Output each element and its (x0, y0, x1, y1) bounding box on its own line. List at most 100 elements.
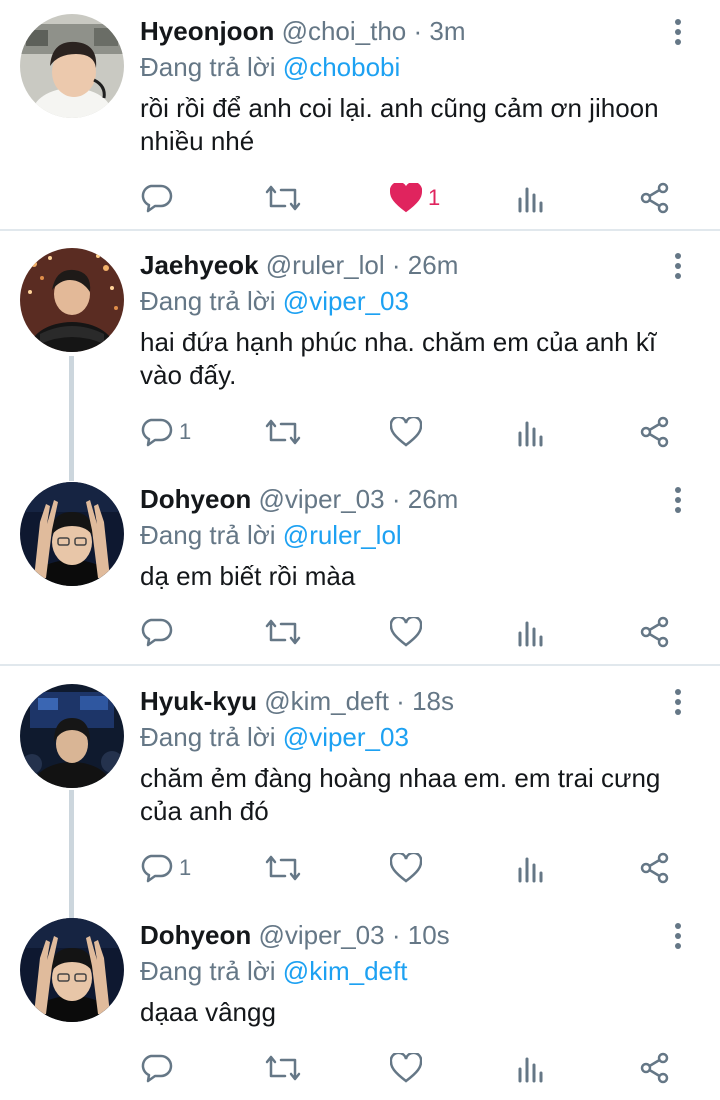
share-icon (640, 616, 670, 648)
avatar[interactable] (20, 482, 124, 586)
like-button[interactable] (390, 410, 428, 454)
replying-to: Đang trả lời @chobobi (140, 50, 400, 84)
more-vertical-icon[interactable] (668, 686, 688, 720)
retweet-icon (265, 1052, 301, 1084)
retweet-icon (265, 182, 301, 214)
more-vertical-icon[interactable] (668, 16, 688, 50)
tweet-header: Jaehyeok @ruler_lol · 26m (140, 248, 650, 282)
analytics-button[interactable] (517, 410, 545, 454)
divider (0, 664, 720, 666)
analytics-icon (517, 417, 545, 447)
analytics-icon (517, 617, 545, 647)
share-button[interactable] (640, 610, 670, 654)
user-handle[interactable]: @ruler_lol (266, 250, 385, 280)
user-handle[interactable]: @choi_tho (282, 16, 407, 46)
tweet-text: rồi rồi để anh coi lại. anh cũng cảm ơn … (140, 93, 659, 156)
analytics-button[interactable] (517, 846, 545, 890)
analytics-button[interactable] (517, 176, 545, 220)
analytics-button[interactable] (517, 610, 545, 654)
share-button[interactable] (640, 176, 670, 220)
tweet[interactable]: Jaehyeok @ruler_lol · 26m Đang trả lời @… (0, 248, 720, 458)
display-name[interactable]: Hyeonjoon (140, 16, 274, 46)
more-vertical-icon[interactable] (668, 484, 688, 518)
mention-link[interactable]: @chobobi (283, 52, 400, 82)
reply-button[interactable] (141, 1046, 179, 1090)
analytics-button[interactable] (517, 1046, 545, 1090)
replying-to-label: Đang trả lời (140, 52, 276, 82)
tweet-header: Dohyeon @viper_03 · 10s (140, 918, 650, 952)
retweet-button[interactable] (265, 610, 301, 654)
mention-link[interactable]: @ruler_lol (283, 520, 402, 550)
mention-link[interactable]: @viper_03 (283, 286, 409, 316)
tweet-text: dạ em biết rồi màa (140, 561, 356, 591)
replying-to: Đang trả lời @viper_03 (140, 284, 409, 318)
analytics-icon (517, 853, 545, 883)
analytics-icon (517, 1053, 545, 1083)
like-button[interactable]: 1 (390, 176, 440, 220)
reply-button[interactable] (141, 610, 179, 654)
action-bar: 1 (0, 176, 720, 220)
reply-icon (141, 416, 173, 448)
avatar[interactable] (20, 684, 124, 788)
like-button[interactable] (390, 610, 428, 654)
retweet-button[interactable] (265, 410, 301, 454)
tweet-text: dạaa vângg (140, 997, 276, 1027)
timestamp[interactable]: 18s (412, 686, 454, 716)
like-button[interactable] (390, 846, 428, 890)
more-vertical-icon[interactable] (668, 250, 688, 284)
user-handle[interactable]: @kim_deft (264, 686, 389, 716)
display-name[interactable]: Dohyeon (140, 920, 251, 950)
replying-to-label: Đang trả lời (140, 956, 276, 986)
avatar[interactable] (20, 248, 124, 352)
timestamp[interactable]: 26m (408, 484, 459, 514)
share-icon (640, 416, 670, 448)
retweet-icon (265, 616, 301, 648)
action-bar (0, 610, 720, 654)
user-handle[interactable]: @viper_03 (258, 484, 384, 514)
tweet-text: hai đứa hạnh phúc nha. chăm em của anh k… (140, 327, 657, 390)
like-button[interactable] (390, 1046, 428, 1090)
tweet-header: Hyeonjoon @choi_tho · 3m (140, 14, 650, 48)
share-button[interactable] (640, 410, 670, 454)
timestamp[interactable]: 3m (429, 16, 465, 46)
share-button[interactable] (640, 846, 670, 890)
retweet-button[interactable] (265, 846, 301, 890)
separator-dot: · (413, 16, 423, 46)
separator-dot: · (391, 920, 401, 950)
timestamp[interactable]: 26m (408, 250, 459, 280)
reply-button[interactable]: 1 (141, 846, 191, 890)
reply-button[interactable]: 1 (141, 410, 191, 454)
retweet-button[interactable] (265, 176, 301, 220)
action-bar: 1 (0, 410, 720, 454)
reply-icon (141, 182, 173, 214)
avatar[interactable] (20, 918, 124, 1022)
more-vertical-icon[interactable] (668, 920, 688, 954)
reply-button[interactable] (141, 176, 179, 220)
avatar[interactable] (20, 14, 124, 118)
display-name[interactable]: Hyuk-kyu (140, 686, 257, 716)
tweet[interactable]: Hyuk-kyu @kim_deft · 18s Đang trả lời @v… (0, 684, 720, 894)
divider (0, 229, 720, 231)
display-name[interactable]: Jaehyeok (140, 250, 259, 280)
action-bar: 1 (0, 846, 720, 890)
like-icon (390, 183, 422, 213)
like-icon (390, 617, 422, 647)
tweet[interactable]: Hyeonjoon @choi_tho · 3m Đang trả lời @c… (0, 14, 720, 226)
retweet-icon (265, 852, 301, 884)
retweet-button[interactable] (265, 1046, 301, 1090)
display-name[interactable]: Dohyeon (140, 484, 251, 514)
reply-count: 1 (179, 419, 192, 444)
replying-to-label: Đang trả lời (140, 722, 276, 752)
mention-link[interactable]: @viper_03 (283, 722, 409, 752)
retweet-icon (265, 416, 301, 448)
replying-to: Đang trả lời @viper_03 (140, 720, 409, 754)
share-icon (640, 852, 670, 884)
tweet[interactable]: Dohyeon @viper_03 · 26m Đang trả lời @ru… (0, 482, 720, 662)
timestamp[interactable]: 10s (408, 920, 450, 950)
user-handle[interactable]: @viper_03 (258, 920, 384, 950)
replying-to: Đang trả lời @ruler_lol (140, 518, 402, 552)
share-button[interactable] (640, 1046, 670, 1090)
tweet[interactable]: Dohyeon @viper_03 · 10s Đang trả lời @ki… (0, 918, 720, 1098)
mention-link[interactable]: @kim_deft (283, 956, 408, 986)
replying-to-label: Đang trả lời (140, 520, 276, 550)
